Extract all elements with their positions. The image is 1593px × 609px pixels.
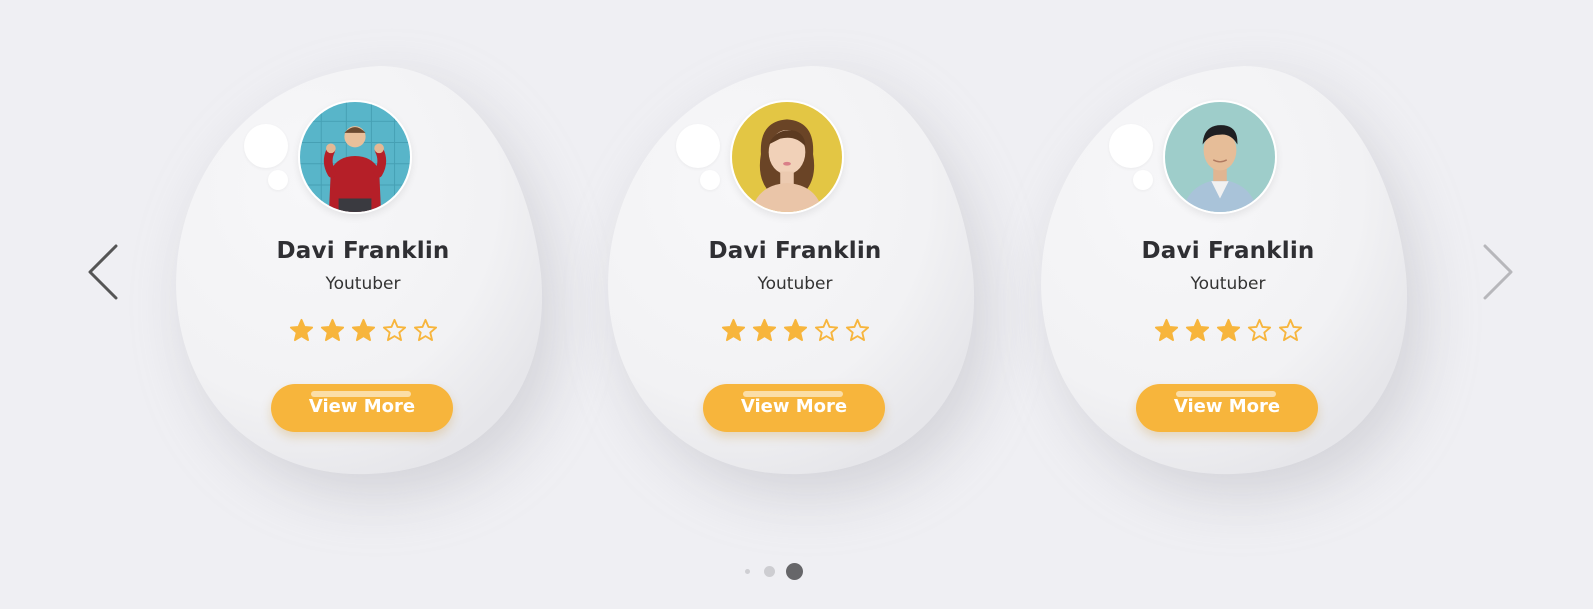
person-role: Youtuber xyxy=(757,274,833,294)
avatar xyxy=(730,100,844,214)
view-more-button[interactable]: View More xyxy=(1136,384,1318,432)
star-filled-icon xyxy=(289,318,313,342)
star-filled-icon xyxy=(320,318,344,342)
star-outline-icon xyxy=(1247,318,1271,342)
prev-arrow-button[interactable] xyxy=(86,244,120,300)
person-name: Davi Franklin xyxy=(1141,238,1315,264)
thought-bubble-small xyxy=(700,170,720,190)
star-outline-icon xyxy=(845,318,869,342)
pagination-dot[interactable] xyxy=(745,569,750,574)
chevron-right-icon xyxy=(1483,244,1513,300)
testimonial-carousel: Davi Franklin Youtuber View More Davi Fr… xyxy=(0,0,1593,609)
view-more-button[interactable]: View More xyxy=(703,384,885,432)
star-outline-icon xyxy=(413,318,437,342)
testimonial-card: Davi Franklin Youtuber View More xyxy=(601,64,989,484)
star-filled-icon xyxy=(783,318,807,342)
thought-bubble-large xyxy=(676,124,720,168)
star-outline-icon xyxy=(814,318,838,342)
star-outline-icon xyxy=(382,318,406,342)
star-outline-icon xyxy=(1278,318,1302,342)
star-rating xyxy=(1034,318,1422,343)
star-rating xyxy=(601,318,989,343)
star-filled-icon xyxy=(721,318,745,342)
view-more-button[interactable]: View More xyxy=(271,384,453,432)
pagination-dot-active[interactable] xyxy=(786,563,803,580)
avatar xyxy=(298,100,412,214)
pagination-dots xyxy=(745,562,855,582)
person-role: Youtuber xyxy=(325,274,401,294)
thought-bubble-small xyxy=(268,170,288,190)
thought-bubble-small xyxy=(1133,170,1153,190)
thought-bubble-large xyxy=(244,124,288,168)
star-filled-icon xyxy=(752,318,776,342)
chevron-left-icon xyxy=(88,244,118,300)
avatar xyxy=(1163,100,1277,214)
person-name: Davi Franklin xyxy=(276,238,450,264)
star-rating xyxy=(169,318,557,343)
person-role: Youtuber xyxy=(1190,274,1266,294)
testimonial-card: Davi Franklin Youtuber View More xyxy=(169,64,557,484)
pagination-dot[interactable] xyxy=(764,566,775,577)
star-filled-icon xyxy=(351,318,375,342)
star-filled-icon xyxy=(1154,318,1178,342)
star-filled-icon xyxy=(1216,318,1240,342)
testimonial-card: Davi Franklin Youtuber View More xyxy=(1034,64,1422,484)
person-name: Davi Franklin xyxy=(708,238,882,264)
next-arrow-button[interactable] xyxy=(1481,244,1515,300)
thought-bubble-large xyxy=(1109,124,1153,168)
star-filled-icon xyxy=(1185,318,1209,342)
